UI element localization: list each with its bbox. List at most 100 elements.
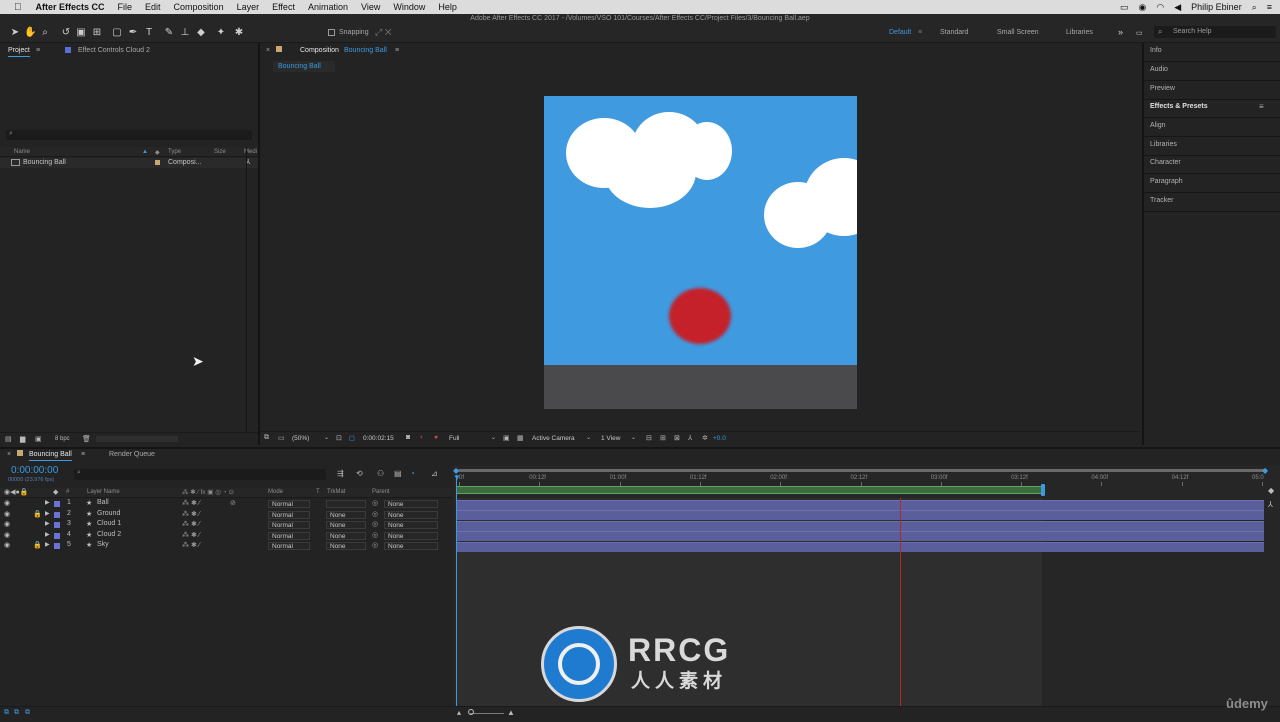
sync-icon[interactable]: ◉ xyxy=(1139,2,1147,13)
comp-mini-flowchart-icon[interactable]: ⇶ xyxy=(337,469,344,478)
comp-button-icon[interactable]: ◆ xyxy=(1268,486,1274,495)
col-parent[interactable]: Parent xyxy=(372,489,390,495)
layer-row[interactable]: ◉ ▶ 4 ★ Cloud 2 ⁂ ✱ ⁄ Normal None ◎ None xyxy=(0,531,450,541)
parent-dropdown[interactable]: None xyxy=(384,500,438,508)
zoom-dropdown[interactable]: (50%) xyxy=(292,435,309,442)
zoom-tool-icon[interactable]: ⌕ xyxy=(39,27,51,39)
clone-stamp-tool-icon[interactable]: ⊥ xyxy=(179,27,191,39)
shy-icon[interactable]: ⚇ xyxy=(377,469,384,478)
layer-duration-bar[interactable] xyxy=(456,499,1264,510)
col-number[interactable]: # xyxy=(66,489,69,495)
layer-row[interactable]: ◉ ▶ 3 ★ Cloud 1 ⁂ ✱ ⁄ Normal None ◎ None xyxy=(0,520,450,530)
layer-switches-icon[interactable]: ⁂ ✱ ⁄ xyxy=(182,499,200,507)
col-trkmat[interactable]: TrkMat xyxy=(327,489,345,495)
zoom-chevron-icon[interactable]: ⌄ xyxy=(324,434,329,441)
layer-name[interactable]: Ground xyxy=(97,510,120,517)
trkmat-dropdown[interactable]: None xyxy=(326,521,366,530)
timeline-icon[interactable]: ⊠ xyxy=(674,434,680,442)
resolution-chevron-icon[interactable]: ⌄ xyxy=(491,434,496,441)
project-menu-icon[interactable]: ≡ xyxy=(36,47,40,54)
comp-subtab[interactable]: Bouncing Ball xyxy=(273,61,335,72)
label-icon[interactable]: ◆ xyxy=(155,149,160,156)
layer-name[interactable]: Sky xyxy=(97,541,109,548)
layer-label-color[interactable] xyxy=(54,522,60,529)
apple-icon[interactable]:  xyxy=(14,2,22,13)
navigator-end-handle[interactable]: ◆ xyxy=(1262,466,1268,475)
mode-dropdown[interactable]: Normal xyxy=(268,531,310,540)
trkmat-dropdown[interactable]: None xyxy=(326,542,366,551)
effects-menu-icon[interactable]: ≡ xyxy=(1259,102,1264,111)
comp-timecode[interactable]: 0:00:02:15 xyxy=(363,435,394,442)
comp-tab-name[interactable]: Bouncing Ball xyxy=(344,47,387,54)
selection-tool-icon[interactable]: ➤ xyxy=(9,27,21,39)
layer-name[interactable]: Cloud 1 xyxy=(97,520,121,527)
layer-switches-icon[interactable]: ⁂ ✱ ⁄ xyxy=(182,520,200,528)
project-search-input[interactable]: ⌕ xyxy=(6,130,252,140)
menu-help[interactable]: Help xyxy=(438,2,457,12)
timeline-search-input[interactable]: ⌕ xyxy=(74,469,326,480)
project-scrollbar[interactable] xyxy=(96,436,178,442)
transparency-grid-icon[interactable]: ▦ xyxy=(517,434,524,442)
shape-tool-icon[interactable]: ▢ xyxy=(111,27,123,39)
region-of-interest-icon[interactable]: ▣ xyxy=(503,434,510,442)
lock-icon[interactable]: 🔒 xyxy=(33,510,42,518)
cti-head-icon[interactable]: ▼ xyxy=(453,473,461,482)
type-tool-icon[interactable]: T xyxy=(143,27,155,39)
puppet-tool-icon[interactable]: ✱ xyxy=(233,27,245,39)
menu-composition[interactable]: Composition xyxy=(174,2,224,12)
trash-icon[interactable]: 🗑 xyxy=(82,435,91,443)
pickwhip-icon[interactable]: ◎ xyxy=(372,520,378,528)
notification-icon[interactable]: ≡ xyxy=(1267,2,1272,12)
work-area-end-handle[interactable] xyxy=(1041,484,1045,496)
layer-switches-icon[interactable]: ⁂ ✱ ⁄ xyxy=(182,541,200,549)
current-time-indicator[interactable] xyxy=(456,475,457,706)
motion-blur-icon[interactable]: ◔ xyxy=(410,469,415,478)
expand-arrow-icon[interactable]: ▶ xyxy=(45,541,50,548)
zoom-slider[interactable] xyxy=(470,713,504,714)
close-tab-icon[interactable]: × xyxy=(266,47,270,54)
col-layer-name[interactable]: Layer Name xyxy=(87,489,120,495)
layer-duration-bar[interactable] xyxy=(456,510,1264,521)
label-header-icon[interactable]: ◆ xyxy=(53,488,58,496)
view-chevron-icon[interactable]: ⌄ xyxy=(631,434,636,441)
flowchart-icon[interactable]: ⅄ xyxy=(1268,500,1273,509)
exposure-reset-icon[interactable]: ✲ xyxy=(702,434,708,442)
layer-duration-bar[interactable] xyxy=(456,541,1264,552)
roto-brush-tool-icon[interactable]: ✦ xyxy=(215,27,227,39)
mask-visibility-icon[interactable]: ◻ xyxy=(349,434,355,442)
zoom-in-icon[interactable]: ▲ xyxy=(507,708,515,717)
always-preview-icon[interactable]: ⧉ xyxy=(264,434,269,442)
menu-window[interactable]: Window xyxy=(393,2,425,12)
toggle-pixel-aspect-icon[interactable]: ⊟ xyxy=(646,434,652,442)
work-area-bar[interactable] xyxy=(456,486,1044,494)
timeline-menu-icon[interactable]: ≡ xyxy=(81,451,85,458)
tab-effect-controls[interactable]: Effect Controls Cloud 2 xyxy=(78,47,150,54)
av-features-icon[interactable]: ◉◀●🔒 xyxy=(4,488,28,496)
pickwhip-icon[interactable]: ◎ xyxy=(372,531,378,539)
col-t[interactable]: T xyxy=(316,489,320,495)
layer-label-color[interactable] xyxy=(54,532,60,539)
expand-arrow-icon[interactable]: ▶ xyxy=(45,510,50,517)
col-name[interactable]: Name xyxy=(14,149,30,155)
snap-options-icon[interactable]: ⤢ ✕ xyxy=(375,27,392,38)
col-size[interactable]: Size xyxy=(214,149,226,155)
timeline-timecode[interactable]: 0:00:00:00 xyxy=(11,465,58,476)
layer-duration-bar[interactable] xyxy=(456,531,1264,542)
airplay-icon[interactable]: ▭ xyxy=(1120,2,1129,13)
safe-zones-icon[interactable]: ⊡ xyxy=(336,434,342,442)
hand-tool-icon[interactable]: ✋ xyxy=(24,27,36,39)
mode-dropdown[interactable]: Normal xyxy=(268,521,310,530)
resolution-dropdown[interactable]: Full xyxy=(449,435,459,442)
new-folder-icon[interactable]: ▆ xyxy=(20,435,25,443)
camera-dropdown[interactable]: Active Camera xyxy=(532,435,575,442)
layer-row[interactable]: ◉ ▶ 1 ★ Ball ⁂ ✱ ⁄ ⊘ Normal ◎ None xyxy=(0,499,450,509)
col-mode[interactable]: Mode xyxy=(268,489,283,495)
monitor-icon[interactable]: ▭ xyxy=(278,434,285,442)
workspace-small-screen[interactable]: Small Screen xyxy=(997,29,1039,36)
menu-view[interactable]: View xyxy=(361,2,380,12)
zoom-out-icon[interactable]: ▴ xyxy=(457,708,461,717)
time-navigator[interactable] xyxy=(458,469,1266,472)
snapshot-icon[interactable]: ◙ xyxy=(406,434,410,441)
in-out-toggle-icon[interactable]: ⧉ xyxy=(25,709,30,717)
flowchart-icon[interactable]: ⅄ xyxy=(688,434,692,442)
